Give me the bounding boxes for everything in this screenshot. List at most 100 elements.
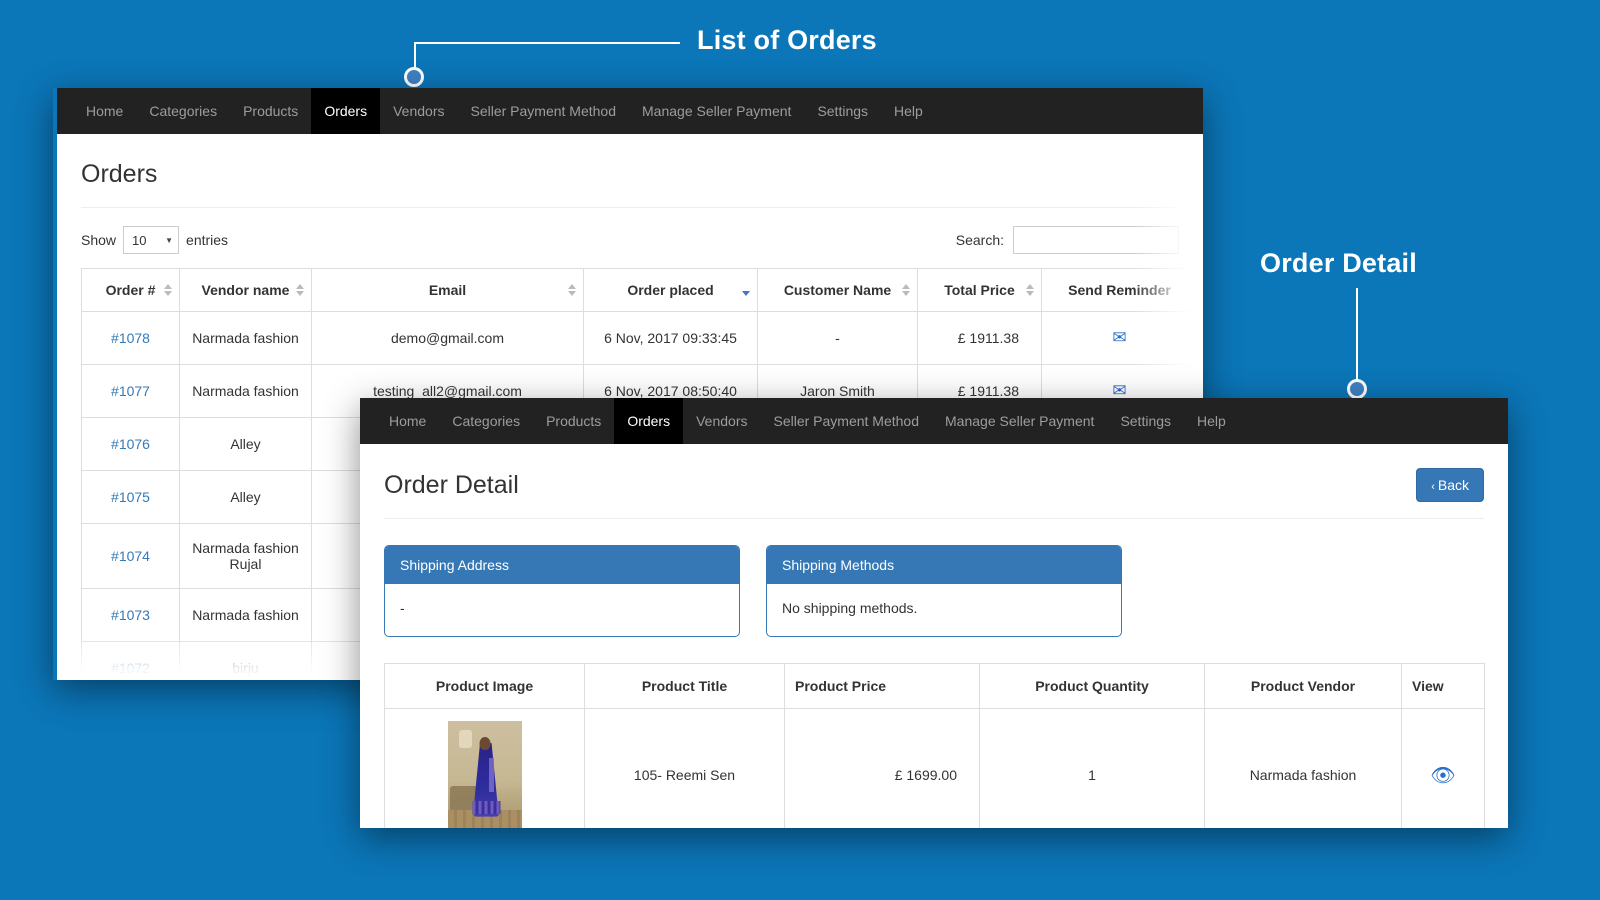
sort-arrows-icon	[296, 284, 304, 296]
column-header-customer-name[interactable]: Customer Name	[757, 268, 918, 312]
order-detail-window: Home Categories Products Orders Vendors …	[360, 398, 1508, 828]
sort-arrows-icon	[568, 284, 576, 296]
column-header-send-reminder[interactable]: Send Reminder	[1041, 268, 1198, 312]
callout-label-list-of-orders: List of Orders	[697, 25, 877, 55]
envelope-icon[interactable]: ✉	[1112, 328, 1126, 347]
nav-item-seller-payment-method-detail[interactable]: Seller Payment Method	[760, 398, 932, 444]
nav-item-manage-seller-payment-detail[interactable]: Manage Seller Payment	[932, 398, 1107, 444]
orders-page-title: Orders	[81, 134, 1179, 208]
order-number-link[interactable]: #1075	[111, 489, 150, 505]
table-row: 105- Reemi Sen £ 1699.00 1 Narmada fashi…	[384, 708, 1485, 828]
order-detail-panels: Shipping Address - Shipping Methods No s…	[384, 519, 1484, 637]
cell-price: £ 1911.38	[917, 311, 1042, 365]
column-label: Vendor name	[201, 282, 290, 298]
order-detail-header: Order Detail ‹ Back	[384, 444, 1484, 519]
nav-item-vendors-detail[interactable]: Vendors	[683, 398, 760, 444]
column-label: Total Price	[944, 282, 1015, 298]
order-number-link[interactable]: #1073	[111, 607, 150, 623]
cell-vendor: Narmada fashion Rujal	[179, 523, 312, 589]
entries-label: entries	[186, 232, 229, 248]
search-control: Search:	[956, 226, 1179, 254]
column-label: Customer Name	[783, 282, 892, 298]
nav-item-orders[interactable]: Orders	[311, 88, 381, 134]
callout-leader-horizontal	[415, 42, 680, 44]
shipping-methods-heading: Shipping Methods	[767, 546, 1121, 584]
back-button[interactable]: ‹ Back	[1416, 468, 1484, 502]
nav-item-categories-detail[interactable]: Categories	[439, 398, 533, 444]
orders-table-header-row: Order # Vendor name Email Order placed C…	[81, 268, 1198, 312]
column-header-email[interactable]: Email	[311, 268, 584, 312]
search-label: Search:	[955, 232, 1004, 248]
cell-vendor: Alley	[179, 470, 312, 524]
column-header-view: View	[1401, 663, 1485, 709]
cell-vendor: Narmada fashion	[179, 364, 312, 418]
sort-arrows-icon	[164, 284, 172, 296]
nav-item-help-detail[interactable]: Help	[1184, 398, 1239, 444]
column-header-order-number[interactable]: Order #	[81, 268, 180, 312]
column-label: Order placed	[627, 282, 714, 298]
cell-product-title: 105- Reemi Sen	[584, 708, 785, 828]
products-table-body: 105- Reemi Sen £ 1699.00 1 Narmada fashi…	[384, 708, 1485, 828]
orders-table-controls: Show 10 ▼ entries Search:	[81, 208, 1179, 268]
cell-email: demo@gmail.com	[311, 311, 584, 365]
products-table-header-row: Product Image Product Title Product Pric…	[384, 663, 1485, 709]
thumb-head	[479, 737, 490, 751]
order-number-link[interactable]: #1072	[111, 660, 150, 676]
callout-dot-order-detail	[1347, 379, 1367, 399]
shipping-address-body: -	[400, 600, 405, 616]
cell-product-vendor: Narmada fashion	[1204, 708, 1402, 828]
column-label: Email	[428, 282, 467, 298]
thumb-dress-hem	[471, 800, 500, 814]
nav-item-products[interactable]: Products	[230, 88, 311, 134]
cell-product-quantity: 1	[979, 708, 1205, 828]
eye-icon[interactable]: 👁	[1430, 765, 1455, 787]
detail-navbar: Home Categories Products Orders Vendors …	[360, 398, 1508, 444]
callout-label-order-detail: Order Detail	[1260, 248, 1417, 278]
chevron-down-icon: ▼	[165, 235, 174, 245]
nav-item-settings-detail[interactable]: Settings	[1107, 398, 1184, 444]
sort-arrows-icon	[902, 284, 910, 296]
column-header-product-image: Product Image	[384, 663, 585, 709]
nav-item-seller-payment-method[interactable]: Seller Payment Method	[457, 88, 629, 134]
shipping-methods-panel: Shipping Methods No shipping methods.	[766, 545, 1122, 637]
nav-item-home-detail[interactable]: Home	[376, 398, 439, 444]
column-header-product-quantity: Product Quantity	[979, 663, 1205, 709]
shipping-methods-body: No shipping methods.	[782, 600, 918, 616]
column-header-product-vendor: Product Vendor	[1204, 663, 1402, 709]
cell-vendor: Narmada fashion	[179, 311, 312, 365]
nav-item-orders-detail[interactable]: Orders	[614, 398, 684, 444]
nav-item-vendors[interactable]: Vendors	[380, 88, 457, 134]
order-products-table: Product Image Product Title Product Pric…	[384, 663, 1485, 828]
sort-arrows-icon	[1026, 284, 1034, 296]
column-label: Send Reminder	[1068, 282, 1171, 298]
callout-dot-list-of-orders	[404, 67, 424, 87]
search-input[interactable]	[1013, 226, 1179, 254]
sort-arrows-icon-active	[742, 284, 750, 296]
product-thumbnail-image	[447, 721, 522, 828]
column-header-product-title: Product Title	[584, 663, 785, 709]
thumb-scarf	[488, 757, 494, 792]
orders-navbar: Home Categories Products Orders Vendors …	[57, 88, 1203, 134]
order-number-link[interactable]: #1078	[111, 330, 150, 346]
column-header-order-placed[interactable]: Order placed	[583, 268, 758, 312]
order-detail-title: Order Detail	[384, 470, 519, 499]
column-label: Order #	[105, 282, 156, 298]
column-header-total-price[interactable]: Total Price	[917, 268, 1042, 312]
shipping-address-heading: Shipping Address	[385, 546, 739, 584]
order-number-link[interactable]: #1074	[111, 548, 150, 564]
table-row[interactable]: #1078 Narmada fashion demo@gmail.com 6 N…	[81, 311, 1198, 365]
nav-item-manage-seller-payment[interactable]: Manage Seller Payment	[629, 88, 804, 134]
column-header-product-price: Product Price	[784, 663, 980, 709]
nav-item-settings[interactable]: Settings	[804, 88, 881, 134]
show-label: Show	[81, 232, 117, 248]
order-number-link[interactable]: #1076	[111, 436, 150, 452]
column-header-vendor-name[interactable]: Vendor name	[179, 268, 312, 312]
cell-customer: -	[757, 311, 918, 365]
nav-item-categories[interactable]: Categories	[136, 88, 230, 134]
nav-item-products-detail[interactable]: Products	[533, 398, 614, 444]
nav-item-home[interactable]: Home	[73, 88, 136, 134]
nav-item-help[interactable]: Help	[881, 88, 936, 134]
cell-placed: 6 Nov, 2017 09:33:45	[583, 311, 758, 365]
entries-per-page-select[interactable]: 10 ▼	[123, 226, 180, 254]
order-number-link[interactable]: #1077	[111, 383, 150, 399]
